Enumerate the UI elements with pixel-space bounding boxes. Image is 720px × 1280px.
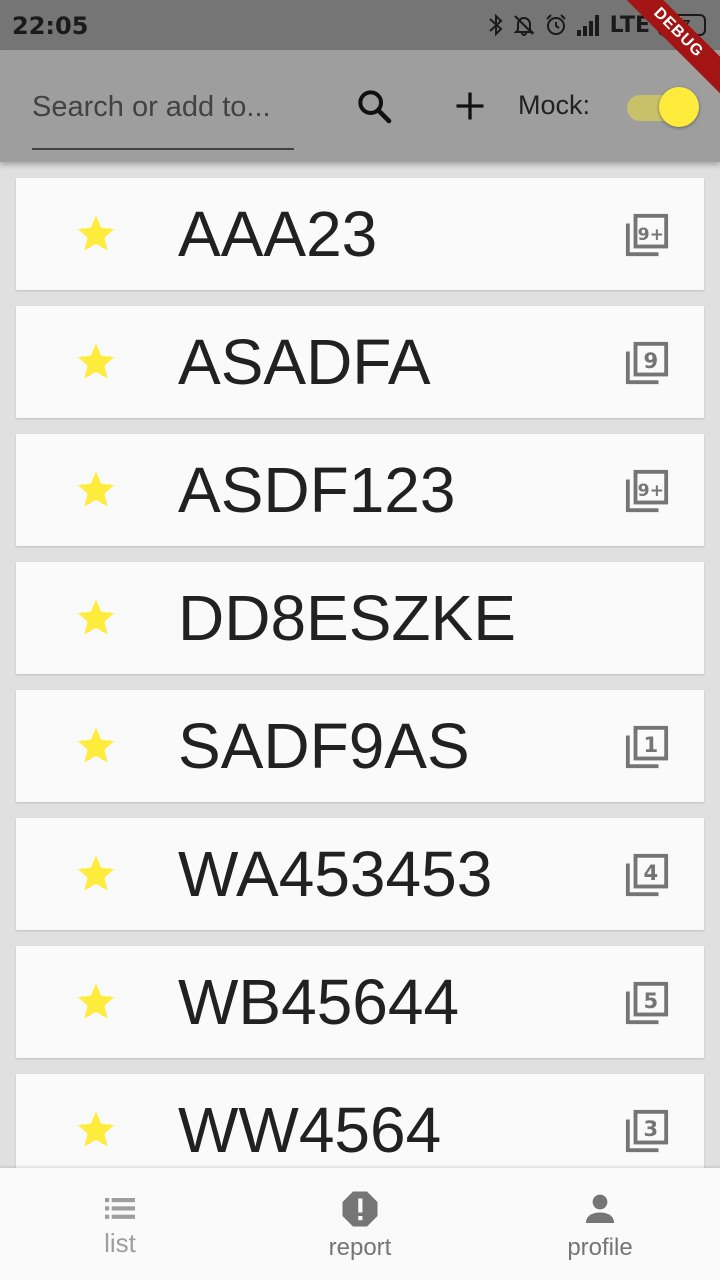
star-icon[interactable]: [74, 340, 118, 384]
list-item[interactable]: AAA23 9+: [16, 178, 704, 290]
add-button[interactable]: [444, 80, 496, 132]
app-bar: Mock:: [0, 50, 720, 162]
item-name: DD8ESZKE: [178, 582, 516, 654]
notifications-off-icon: [513, 15, 534, 36]
svg-text:9: 9: [643, 348, 658, 373]
item-name: ASADFA: [178, 326, 431, 398]
star-icon[interactable]: [74, 596, 118, 640]
star-icon[interactable]: [74, 980, 118, 1024]
filter-9-plus-icon: 9+: [625, 213, 669, 257]
nav-label: list: [104, 1228, 136, 1258]
svg-text:4: 4: [643, 860, 658, 885]
item-name: WB45644: [178, 966, 460, 1038]
star-icon[interactable]: [74, 212, 118, 256]
person-icon: [586, 1194, 614, 1223]
list-item[interactable]: ASADFA 9: [16, 306, 704, 418]
list-icon: [105, 1198, 135, 1219]
search-icon: [358, 90, 392, 124]
list-item[interactable]: SADF9AS 1: [16, 690, 704, 802]
filter-1-icon: 1: [625, 725, 669, 769]
list-item[interactable]: ASDF123 9+: [16, 434, 704, 546]
filter-4-icon: 4: [625, 853, 669, 897]
status-bar: 22:05 LTE 47: [0, 0, 720, 50]
filter-9-plus-icon: 9+: [625, 469, 669, 513]
item-name: ASDF123: [178, 454, 456, 526]
item-name: AAA23: [178, 198, 378, 270]
star-icon[interactable]: [74, 724, 118, 768]
svg-text:9+: 9+: [638, 481, 664, 501]
search-field: [32, 80, 294, 150]
list-item[interactable]: DD8ESZKE: [16, 562, 704, 674]
filter-9-icon: 9: [625, 341, 669, 385]
filter-5-icon: 5: [625, 981, 669, 1025]
item-name: WA453453: [178, 838, 493, 910]
nav-label: profile: [567, 1234, 633, 1261]
nav-item-list[interactable]: list: [0, 1168, 240, 1280]
nav-label: report: [328, 1234, 392, 1261]
bluetooth-icon: [488, 13, 503, 37]
filter-3-icon: 3: [625, 1109, 669, 1153]
item-name: SADF9AS: [178, 710, 470, 782]
mock-toggle[interactable]: [627, 87, 699, 127]
search-button[interactable]: [348, 80, 400, 132]
add-icon: [456, 92, 484, 120]
star-icon[interactable]: [74, 852, 118, 896]
list-item[interactable]: WA453453 4: [16, 818, 704, 930]
star-icon[interactable]: [74, 468, 118, 512]
signal-icon: [576, 15, 599, 36]
item-list: AAA23 9+ ASADFA 9 ASDF123 9+ DD8ESZKE SADF9AS 1 W…: [16, 178, 704, 1202]
svg-text:5: 5: [643, 988, 658, 1013]
alarm-icon: [545, 14, 566, 35]
list-item[interactable]: WB45644 5: [16, 946, 704, 1058]
nav-item-profile[interactable]: profile: [480, 1168, 720, 1280]
svg-text:3: 3: [643, 1116, 658, 1141]
bottom-navigation: list report profile: [0, 1168, 720, 1280]
svg-text:1: 1: [643, 732, 658, 757]
nav-item-report[interactable]: report: [240, 1168, 480, 1280]
star-icon[interactable]: [74, 1108, 118, 1152]
mock-toggle-thumb: [659, 87, 699, 127]
search-input[interactable]: [32, 80, 294, 134]
item-name: WW4564: [178, 1094, 442, 1166]
status-time: 22:05: [12, 12, 89, 40]
report-icon: [342, 1191, 378, 1227]
svg-text:9+: 9+: [638, 225, 664, 245]
mock-label: Mock:: [518, 90, 591, 120]
